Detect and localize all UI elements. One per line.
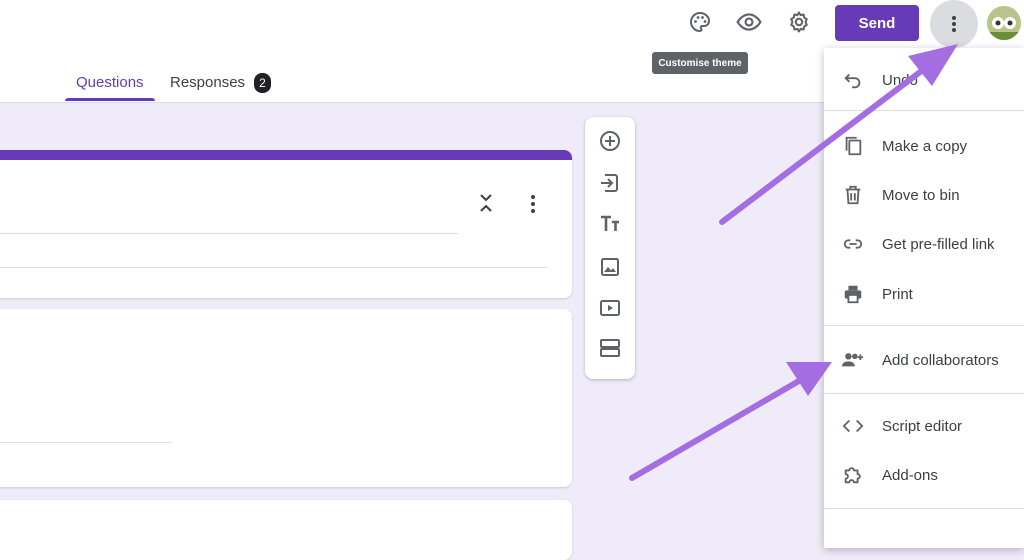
menu-divider [824, 325, 1024, 326]
menu-item-print[interactable]: Print [824, 274, 1024, 314]
description-underline [0, 267, 548, 268]
add-section-icon[interactable] [598, 336, 622, 360]
tab-questions[interactable]: Questions [76, 74, 144, 91]
form-title-card[interactable] [0, 150, 572, 298]
add-question-icon[interactable] [598, 129, 622, 153]
menu-item-add-ons[interactable]: Add-ons [824, 455, 1024, 495]
annotation-arrow [629, 362, 832, 481]
menu-item-label: Make a copy [882, 137, 968, 155]
add-image-icon[interactable] [598, 255, 622, 279]
link-icon [841, 232, 865, 256]
more-options-menu: Undo Make a copy Move to bin Get pre-fil… [824, 48, 1024, 548]
menu-item-label: Move to bin [882, 186, 960, 204]
tooltip: Customise theme [652, 52, 748, 74]
side-toolbar [585, 117, 635, 379]
trash-icon [841, 183, 865, 207]
menu-item-label: Print [882, 285, 913, 303]
menu-item-script-editor[interactable]: Script editor [824, 406, 1024, 446]
menu-item-make-a-copy[interactable]: Make a copy [824, 126, 1024, 166]
palette-icon[interactable] [684, 6, 716, 38]
menu-item-label: Script editor [882, 417, 963, 435]
menu-item-label: Add collaborators [882, 351, 999, 369]
menu-item-label: Add-ons [882, 466, 938, 484]
responses-count-badge: 2 [254, 73, 271, 93]
collapse-icon[interactable] [478, 192, 494, 214]
menu-item-label: Get pre-filled link [882, 235, 995, 253]
active-tab-indicator [65, 98, 155, 101]
add-people-icon [841, 348, 865, 372]
menu-divider [824, 110, 1024, 111]
card-more-icon[interactable] [527, 194, 539, 214]
more-vert-icon[interactable] [930, 0, 978, 48]
question-card[interactable] [0, 500, 572, 560]
question-card[interactable] [0, 309, 572, 487]
tab-responses[interactable]: Responses [170, 74, 245, 91]
copy-icon [841, 134, 865, 158]
eye-icon[interactable] [733, 6, 765, 38]
add-title-icon[interactable] [598, 212, 622, 236]
gear-icon[interactable] [783, 6, 815, 38]
send-button[interactable]: Send [835, 5, 919, 41]
menu-item-get-pre-filled-link[interactable]: Get pre-filled link [824, 224, 1024, 264]
puzzle-icon [841, 463, 865, 487]
avatar[interactable] [987, 6, 1021, 40]
add-video-icon[interactable] [598, 296, 622, 320]
print-icon [841, 282, 865, 306]
title-underline [0, 233, 458, 234]
import-questions-icon[interactable] [598, 171, 622, 195]
menu-item-label: Undo [882, 71, 918, 89]
menu-item-add-collaborators[interactable]: Add collaborators [824, 340, 1024, 380]
undo-icon [841, 68, 865, 92]
menu-divider [824, 393, 1024, 394]
code-icon [841, 414, 865, 438]
menu-item-move-to-bin[interactable]: Move to bin [824, 175, 1024, 215]
menu-item-undo[interactable]: Undo [824, 60, 1024, 100]
menu-divider [824, 508, 1024, 509]
question-field-line [0, 442, 172, 443]
